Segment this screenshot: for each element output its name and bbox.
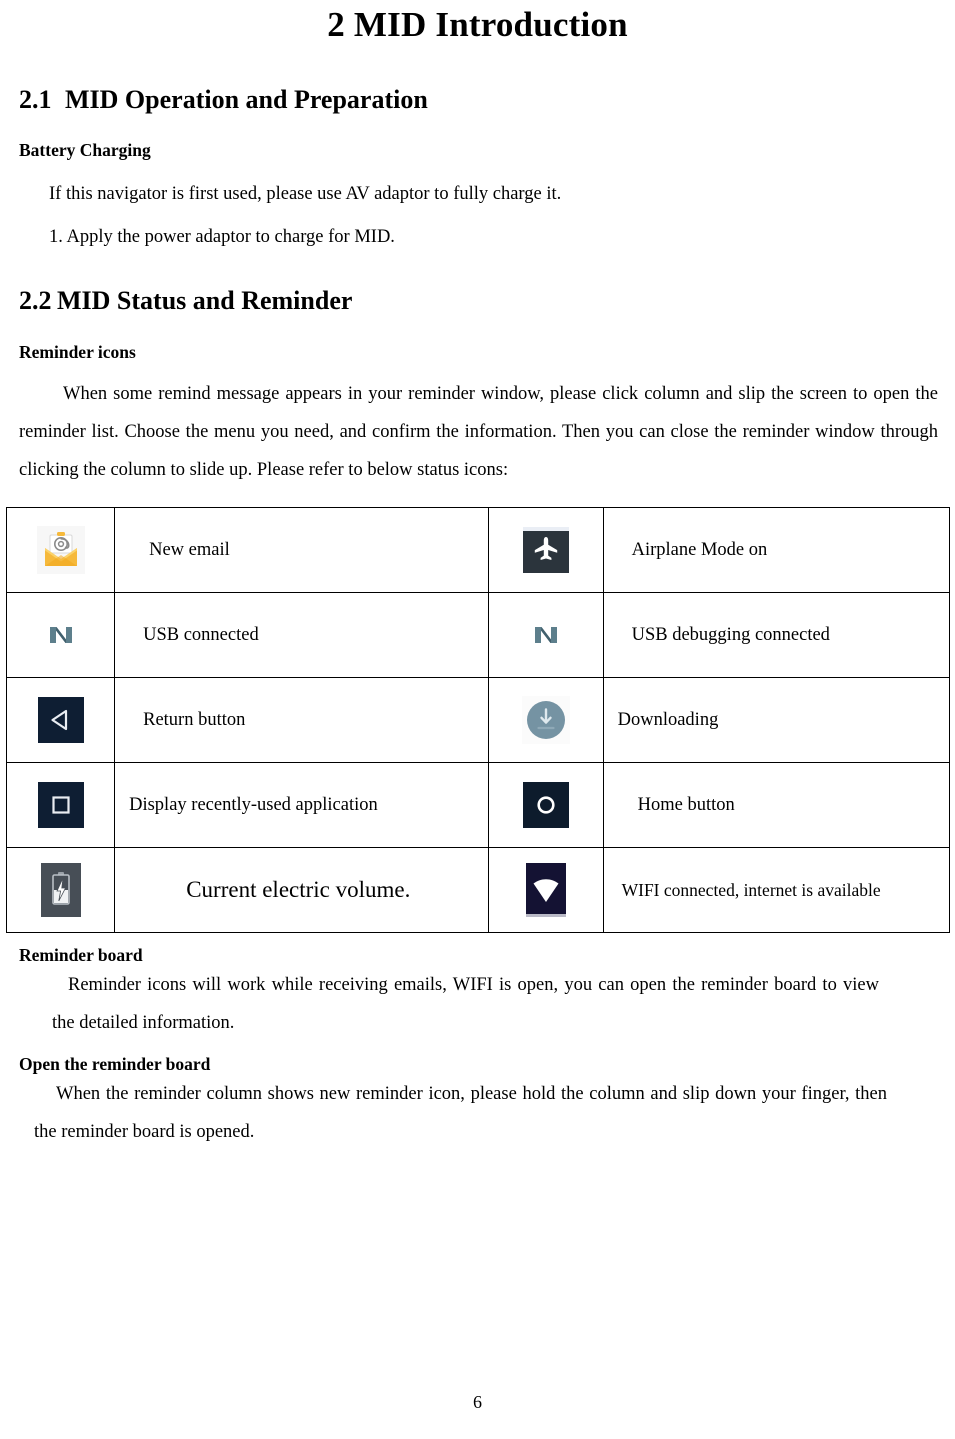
battery-charging-icon (40, 863, 81, 918)
subheading-open-reminder-board: Open the reminder board (19, 1054, 211, 1075)
section-title-2-1: MID Operation and Preparation (65, 84, 428, 114)
paragraph-charge-instruction: If this navigator is first used, please … (49, 184, 562, 205)
table-row: Current electric volume. WIFI connected,… (5, 847, 951, 934)
airplane-mode-icon (522, 527, 569, 574)
cell-label-downloading: Downloading (602, 677, 951, 764)
cell-icon-usb-connected (5, 592, 116, 679)
page-title: 2 MID Introduction (327, 5, 628, 44)
cell-icon-recent-apps (5, 762, 116, 849)
cell-label-usb-connected: USB connected (114, 592, 489, 679)
usb-connected-icon (37, 612, 84, 659)
home-button-icon (522, 782, 569, 829)
subheading-reminder-board: Reminder board (19, 945, 143, 966)
cell-label-home-button: Home button (602, 762, 951, 849)
cell-icon-airplane-mode (487, 507, 604, 594)
cell-icon-usb-debugging (487, 592, 604, 679)
subheading-battery-charging: Battery Charging (19, 140, 151, 161)
section-number-2-2: 2.2 (19, 286, 52, 316)
cell-icon-new-email (5, 507, 116, 594)
table-row: Display recently-used application Home b… (5, 762, 951, 849)
cell-icon-wifi-connected (487, 847, 604, 934)
section-number-2-1: 2.1 (19, 84, 52, 114)
usb-debugging-icon (522, 612, 569, 659)
section-title-2-2: MID Status and Reminder (57, 286, 353, 316)
cell-label-airplane-mode: Airplane Mode on (602, 507, 951, 594)
document-page: 2 MID Introduction 2.1 MID Operation and … (0, 0, 955, 1439)
wifi-connected-icon (525, 863, 566, 918)
table-row: USB connected USB debugging connected (5, 592, 951, 679)
section-heading-2-1: 2.1 MID Operation and Preparation (6, 85, 949, 115)
downloading-icon (521, 696, 570, 745)
cell-icon-return-button (5, 677, 116, 764)
cell-icon-home-button (487, 762, 604, 849)
cell-label-usb-debugging: USB debugging connected (602, 592, 951, 679)
recent-apps-icon (37, 782, 84, 829)
cell-label-recent-apps: Display recently-used application (114, 762, 489, 849)
subheading-reminder-icons: Reminder icons (19, 342, 136, 363)
page-number: 6 (473, 1392, 482, 1412)
new-email-icon (36, 526, 85, 575)
table-row: New email Airplane Mode on (5, 507, 951, 594)
status-icon-table: New email Airplane Mode on USB connected… (5, 507, 951, 934)
section-heading-2-2: 2.2 MID Status and Reminder (6, 286, 949, 316)
paragraph-reminder-icons: When some remind message appears in your… (19, 384, 938, 481)
return-button-icon (37, 697, 84, 744)
cell-icon-battery-charging (5, 847, 116, 934)
paragraph-open-reminder-board: When the reminder column shows new remin… (34, 1084, 887, 1143)
cell-icon-downloading (487, 677, 604, 764)
paragraph-charge-step-1: 1. Apply the power adaptor to charge for… (49, 226, 395, 247)
cell-label-new-email: New email (114, 507, 489, 594)
table-row: Return button Downloading (5, 677, 951, 764)
paragraph-reminder-board: Reminder icons will work while receiving… (52, 975, 879, 1034)
cell-label-battery-charging: Current electric volume. (114, 847, 489, 934)
cell-label-return-button: Return button (114, 677, 489, 764)
cell-label-wifi-connected: WIFI connected, internet is available (602, 847, 951, 934)
